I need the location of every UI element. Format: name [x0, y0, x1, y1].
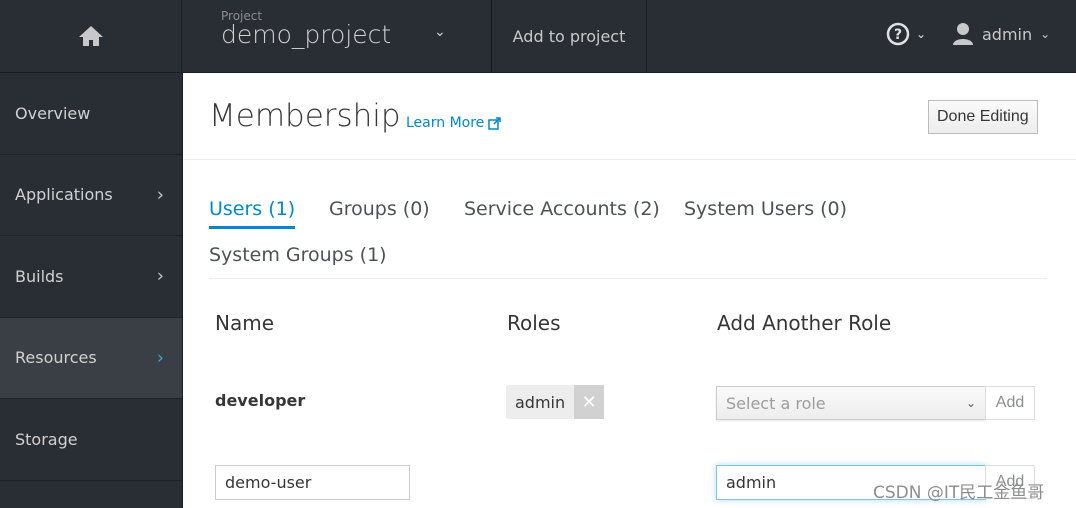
question-circle-icon: ? — [886, 22, 910, 46]
column-header-add-role: Add Another Role — [717, 311, 892, 335]
chevron-down-icon: ⌄ — [916, 27, 927, 41]
external-link-icon — [488, 116, 502, 130]
sidebar-item-builds[interactable]: Builds › — [0, 236, 182, 318]
user-menu[interactable]: admin ⌄ — [952, 22, 1050, 46]
watermark: CSDN @IT民工金鱼哥 — [873, 483, 1045, 503]
learn-more-link[interactable]: Learn More — [406, 115, 502, 131]
member-name: developer — [215, 391, 306, 410]
sidebar-item-label: Overview — [15, 103, 91, 123]
sidebar-item-resources[interactable]: Resources › — [0, 317, 182, 399]
sidebar-item-applications[interactable]: Applications › — [0, 155, 182, 236]
sidebar-item-label: Builds — [15, 266, 64, 286]
sidebar: Overview Applications › Builds › Resources… — [0, 73, 183, 508]
sidebar-item-label: Applications — [15, 185, 113, 205]
help-menu[interactable]: ? ⌄ — [886, 22, 926, 46]
chevron-down-icon: ⌄ — [1040, 27, 1051, 41]
sidebar-item-label: Storage — [15, 429, 78, 449]
add-role-button[interactable]: Add — [985, 386, 1035, 420]
membership-tabs: Users (1) Groups (0) Service Accounts (2… — [209, 198, 1047, 279]
svg-text:?: ? — [894, 27, 902, 43]
remove-role-icon[interactable]: ✕ — [574, 385, 605, 419]
column-header-name: Name — [215, 311, 275, 335]
chevron-right-icon: › — [156, 347, 164, 369]
sidebar-item-storage[interactable]: Storage — [0, 399, 182, 481]
chevron-right-icon: › — [156, 184, 164, 206]
main-content: Membership Learn More Done Editing Users… — [184, 73, 1076, 508]
role-badge: admin ✕ — [506, 385, 605, 419]
learn-more-label: Learn More — [406, 115, 485, 131]
user-icon — [953, 23, 973, 45]
top-navbar: Project demo_project ⌄ Add to project ? … — [0, 0, 1076, 73]
role-badge-label: admin — [515, 392, 566, 412]
add-to-project-button[interactable]: Add to project — [492, 0, 647, 72]
new-member-name-input[interactable] — [215, 465, 410, 500]
project-name: demo_project — [221, 20, 392, 49]
chevron-down-icon: ⌄ — [965, 396, 976, 410]
tab-system-users[interactable]: System Users (0) — [684, 198, 847, 226]
page-title: Membership — [209, 98, 401, 134]
page-header: Membership Learn More Done Editing — [184, 73, 1076, 160]
tab-system-groups[interactable]: System Groups (1) — [209, 244, 387, 272]
column-header-roles: Roles — [507, 311, 561, 335]
role-select-placeholder: Select a role — [726, 393, 826, 413]
tab-groups[interactable]: Groups (0) — [329, 198, 430, 226]
tab-users[interactable]: Users (1) — [209, 198, 296, 229]
sidebar-item-label: Resources — [15, 348, 97, 368]
home-button[interactable] — [0, 0, 182, 72]
role-select[interactable]: Select a role ⌄ — [716, 386, 986, 420]
sidebar-item-overview[interactable]: Overview — [0, 73, 182, 155]
username: admin — [982, 24, 1033, 44]
chevron-right-icon: › — [156, 265, 164, 287]
home-icon — [78, 26, 103, 46]
project-selector[interactable]: Project demo_project ⌄ — [182, 0, 492, 72]
chevron-down-icon: ⌄ — [434, 24, 446, 40]
tab-service-accounts[interactable]: Service Accounts (2) — [464, 198, 660, 226]
done-editing-button[interactable]: Done Editing — [928, 100, 1038, 134]
